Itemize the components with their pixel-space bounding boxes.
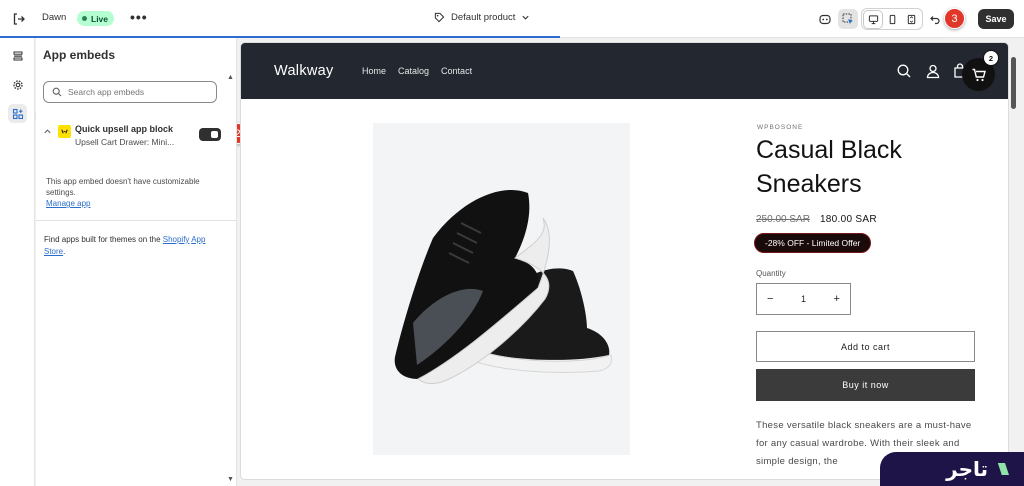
ai-sidekick-icon[interactable]	[815, 9, 835, 29]
chevron-down-icon	[522, 15, 530, 20]
theme-name[interactable]: Dawn	[42, 12, 66, 23]
quantity-plus-button[interactable]: +	[834, 293, 840, 305]
desktop-view-icon[interactable]	[864, 10, 882, 28]
brand-watermark: تاجر	[880, 452, 1024, 486]
quantity-minus-button[interactable]: −	[767, 293, 773, 305]
exit-icon[interactable]	[10, 10, 28, 28]
buy-it-now-button[interactable]: Buy it now	[756, 369, 975, 401]
manage-app-link[interactable]: Manage app	[46, 199, 90, 208]
device-switcher	[861, 8, 923, 30]
product-prices: 250.00 SAR 180.00 SAR	[756, 214, 877, 225]
search-icon	[52, 87, 62, 97]
mobile-view-icon[interactable]	[883, 11, 901, 28]
editor-sidebar-rail	[0, 38, 35, 486]
sale-badge: -28% OFF - Limited Offer	[754, 233, 872, 253]
sneaker-illustration	[394, 190, 612, 384]
store-header: Walkway Home Catalog Contact 2	[241, 43, 1008, 99]
account-icon[interactable]	[925, 63, 941, 79]
quantity-stepper: − 1 +	[756, 283, 851, 315]
brand-text: تاجر	[946, 457, 988, 481]
nav-catalog[interactable]: Catalog	[398, 66, 429, 76]
store-nav: Home Catalog Contact	[362, 66, 472, 76]
store-logo[interactable]: Walkway	[274, 63, 334, 79]
compare-at-price: 250.00 SAR	[756, 214, 810, 225]
quantity-label: Quantity	[756, 269, 786, 278]
live-dot-icon	[82, 16, 87, 21]
live-badge: Live	[77, 11, 115, 26]
theme-settings-icon[interactable]	[8, 75, 27, 94]
app-logo-icon	[58, 125, 71, 138]
save-button[interactable]: Save	[978, 9, 1014, 29]
quantity-value[interactable]: 1	[801, 294, 806, 304]
app-embed-toggle[interactable]	[199, 128, 221, 141]
inspector-icon[interactable]	[838, 9, 858, 29]
product-image[interactable]	[373, 123, 630, 455]
divider	[36, 220, 236, 221]
sections-icon[interactable]	[8, 46, 27, 65]
cart-count-badge: 2	[984, 51, 998, 65]
shopify-link[interactable]: Shopify	[163, 235, 190, 244]
find-apps-label: Find apps built for themes on the	[44, 235, 161, 244]
live-badge-label: Live	[91, 13, 109, 24]
cart-icon	[972, 68, 986, 81]
app-embed-item[interactable]: Quick upsell app block Upsell Cart Drawe…	[43, 124, 223, 152]
tag-icon	[434, 12, 445, 23]
app-embed-name: Quick upsell app block	[75, 124, 174, 134]
undo-icon[interactable]	[925, 9, 945, 29]
product-title: Casual Black Sneakers	[756, 136, 902, 198]
nav-home[interactable]: Home	[362, 66, 386, 76]
store-preview: Walkway Home Catalog Contact 2 WPBOSONE …	[241, 43, 1008, 479]
toggle-knob	[211, 131, 218, 138]
callout-marker-3: 3	[944, 8, 965, 29]
scroll-up-arrow-icon[interactable]: ▲	[227, 74, 234, 81]
sale-price: 180.00 SAR	[819, 214, 877, 225]
find-apps-text: Find apps built for themes on the Shopif…	[44, 234, 224, 258]
preview-scrollbar[interactable]	[1009, 43, 1017, 479]
search-field[interactable]	[43, 81, 217, 103]
find-apps-period: .	[63, 247, 66, 256]
template-selector[interactable]: Default product	[434, 12, 530, 23]
app-embeds-panel: App embeds ▲ Quick upsell app block Upse…	[36, 38, 237, 486]
no-settings-message: This app embed doesn't have customizable…	[46, 177, 200, 197]
product-vendor: WPBOSONE	[757, 124, 804, 131]
panel-title: App embeds	[43, 48, 116, 62]
search-input[interactable]	[68, 87, 208, 97]
fullscreen-icon[interactable]	[902, 11, 920, 28]
more-actions-button[interactable]: •••	[130, 9, 148, 25]
scroll-down-arrow-icon[interactable]: ▼	[227, 476, 234, 483]
search-icon[interactable]	[896, 63, 912, 79]
template-name: Default product	[451, 12, 516, 23]
brand-logo-icon	[996, 462, 1009, 476]
chevron-up-icon[interactable]	[43, 127, 52, 138]
app-embeds-icon[interactable]	[8, 104, 27, 123]
editor-topbar: Dawn Live ••• Default product Save	[0, 0, 1024, 38]
scrollbar-thumb[interactable]	[1011, 57, 1016, 109]
app-embed-subtitle: Upsell Cart Drawer: Mini...	[75, 137, 175, 147]
add-to-cart-button[interactable]: Add to cart	[756, 331, 975, 362]
nav-contact[interactable]: Contact	[441, 66, 472, 76]
